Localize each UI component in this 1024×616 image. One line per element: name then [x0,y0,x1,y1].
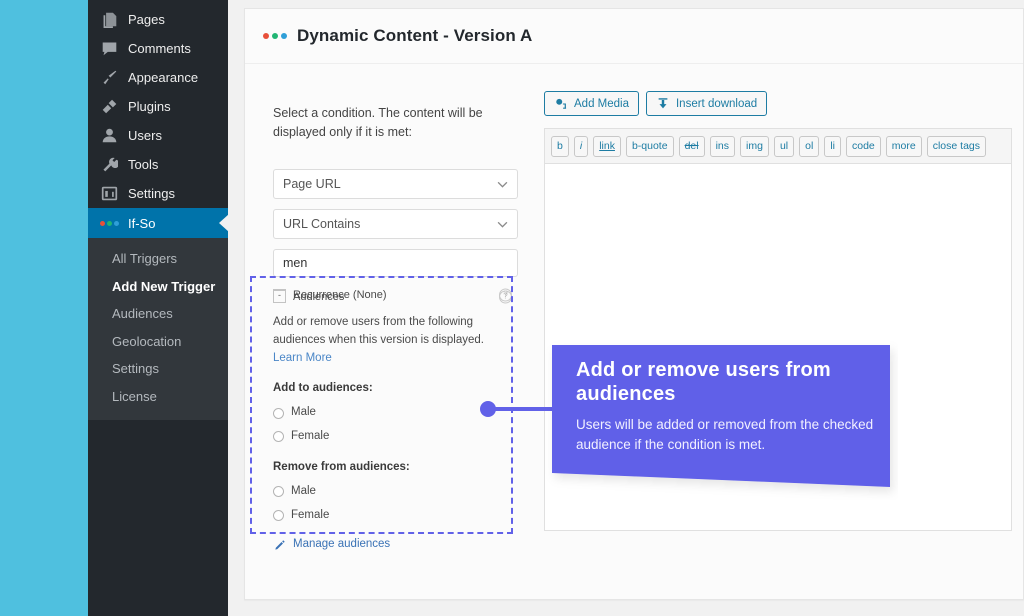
users-icon [99,126,119,146]
quicktag-ol[interactable]: ol [799,136,819,157]
sidebar-item-label: Comments [128,42,191,55]
sidebar-item-label: Appearance [128,71,198,84]
manage-audiences-label: Manage audiences [293,536,390,554]
tools-icon [99,155,119,175]
chevron-down-icon [497,217,508,231]
quicktag-ul[interactable]: ul [774,136,794,157]
sidebar-item-add-new-trigger[interactable]: Add New Trigger [88,273,228,301]
if-so-logo-icon [263,33,287,39]
sidebar-item-all-triggers[interactable]: All Triggers [88,245,228,273]
condition-column: Select a condition. The content will be … [273,104,531,305]
sidebar-item-label: If-So [128,217,155,230]
comments-icon [99,39,119,59]
trigger-type-value: Page URL [283,177,341,191]
quicktag-b[interactable]: b [551,136,569,157]
audiences-highlight-box [250,276,513,534]
add-media-label: Add Media [574,98,629,110]
quicktag-close-tags[interactable]: close tags [927,136,986,157]
sidebar-item-pages[interactable]: Pages [88,5,228,34]
left-accent-band [0,0,88,616]
sidebar-item-label: Plugins [128,100,171,113]
quicktag-more[interactable]: more [886,136,922,157]
manage-audiences-link[interactable]: Manage audiences [273,536,505,554]
operator-select[interactable]: URL Contains [273,209,518,239]
quicktag-ins[interactable]: ins [710,136,735,157]
sidebar-item-settings[interactable]: Settings [88,179,228,208]
sidebar-item-settings-sub[interactable]: Settings [88,355,228,383]
sidebar-item-geolocation[interactable]: Geolocation [88,328,228,356]
sidebar-item-appearance[interactable]: Appearance [88,63,228,92]
condition-intro-text: Select a condition. The content will be … [273,104,517,143]
appearance-icon [99,68,119,88]
wp-admin-sidebar: Pages Comments Appearance Plugins Users [88,0,228,616]
sidebar-item-comments[interactable]: Comments [88,34,228,63]
pencil-icon [273,539,286,552]
download-icon [656,97,670,111]
media-buttons: Add Media Insert download [544,91,1012,116]
if-so-submenu: All Triggers Add New Trigger Audiences G… [88,238,228,420]
condition-value-input[interactable]: men [273,249,518,277]
quicktag-b-quote[interactable]: b-quote [626,136,674,157]
pages-icon [99,10,119,30]
plugins-icon [99,97,119,117]
quicktag-img[interactable]: img [740,136,769,157]
if-so-logo-icon [99,213,119,233]
sidebar-item-label: Settings [128,187,175,200]
sidebar-item-label: Users [128,129,162,142]
quicktag-i[interactable]: i [574,136,588,157]
condition-value-text: men [283,256,307,270]
quicktag-link[interactable]: link [593,136,621,157]
quicktag-li[interactable]: li [824,136,841,157]
insert-download-button[interactable]: Insert download [646,91,767,116]
quicktags-toolbar: b i link b-quote del ins img ul ol li co… [544,128,1012,163]
page-title: Dynamic Content - Version A [297,26,532,46]
add-media-icon [554,97,568,111]
sidebar-item-plugins[interactable]: Plugins [88,92,228,121]
sidebar-item-users[interactable]: Users [88,121,228,150]
quicktag-del[interactable]: del [679,136,705,157]
add-media-button[interactable]: Add Media [544,91,639,116]
quicktag-code[interactable]: code [846,136,881,157]
chevron-down-icon [497,177,508,191]
sidebar-item-if-so[interactable]: If-So [88,208,228,238]
sidebar-item-license[interactable]: License [88,383,228,411]
sidebar-item-label: Pages [128,13,165,26]
settings-icon [99,184,119,204]
editor-column: Add Media Insert download b i link b-quo… [544,91,1012,531]
insert-download-label: Insert download [676,98,757,110]
sidebar-item-tools[interactable]: Tools [88,150,228,179]
screenshot-root: Pages Comments Appearance Plugins Users [0,0,1024,616]
trigger-type-select[interactable]: Page URL [273,169,518,199]
panel-header: Dynamic Content - Version A [245,9,1023,64]
sidebar-item-label: Tools [128,158,158,171]
sidebar-item-audiences[interactable]: Audiences [88,300,228,328]
content-textarea[interactable] [544,163,1012,531]
operator-value: URL Contains [283,217,360,231]
